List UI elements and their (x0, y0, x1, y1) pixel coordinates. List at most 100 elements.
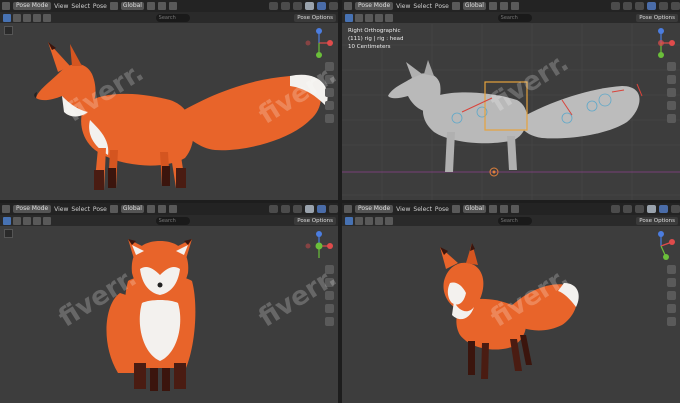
proportional-icon[interactable] (168, 2, 177, 10)
overlay-icon[interactable] (293, 2, 302, 10)
visibility-icon[interactable] (269, 205, 278, 213)
grid-icon[interactable] (667, 101, 676, 110)
gizmo-toggle-icon[interactable] (623, 2, 632, 10)
zoom-icon[interactable] (667, 62, 676, 71)
pose-options-button[interactable]: Pose Options (294, 216, 336, 225)
shading-solid-icon[interactable] (305, 2, 314, 10)
shading-rendered-icon[interactable] (671, 2, 680, 10)
orientation-dropdown[interactable]: Global (462, 205, 486, 213)
shading-solid-icon[interactable] (647, 205, 656, 213)
select-subtract-icon[interactable] (33, 216, 41, 225)
navigation-gizmo[interactable] (304, 229, 334, 261)
select-mode-icon[interactable] (355, 216, 363, 225)
select-subtract-icon[interactable] (33, 13, 41, 22)
zoom-icon[interactable] (667, 265, 676, 274)
grid-icon[interactable] (325, 101, 334, 110)
pivot-icon[interactable] (146, 2, 155, 10)
search-field[interactable]: Search (155, 13, 190, 22)
menu-pose[interactable]: Pose (435, 206, 449, 213)
visibility-icon[interactable] (611, 2, 620, 10)
select-box-icon[interactable] (3, 216, 11, 225)
cursor-icon[interactable] (4, 229, 13, 238)
navigation-gizmo[interactable] (304, 26, 334, 58)
grid-icon[interactable] (325, 304, 334, 313)
select-mode-icon[interactable] (355, 13, 363, 22)
orientation-dropdown[interactable]: Global (462, 2, 486, 10)
pivot-icon[interactable] (146, 205, 155, 213)
select-extend-icon[interactable] (23, 216, 31, 225)
gizmo-toggle-icon[interactable] (281, 205, 290, 213)
quadview-icon[interactable] (667, 317, 676, 326)
gizmo-toggle-icon[interactable] (281, 2, 290, 10)
select-invert-icon[interactable] (385, 13, 393, 22)
snap-icon[interactable] (499, 2, 508, 10)
editor-type-icon[interactable] (2, 205, 10, 213)
quadview-icon[interactable] (667, 114, 676, 123)
shading-solid-icon[interactable] (305, 205, 314, 213)
proportional-icon[interactable] (510, 205, 519, 213)
select-invert-icon[interactable] (43, 216, 51, 225)
editor-type-icon[interactable] (344, 2, 352, 10)
menu-pose[interactable]: Pose (93, 3, 107, 10)
gizmo-toggle-icon[interactable] (623, 205, 632, 213)
quadview-icon[interactable] (325, 317, 334, 326)
menu-view[interactable]: View (54, 206, 68, 213)
shading-rendered-icon[interactable] (329, 2, 338, 10)
menu-select[interactable]: Select (71, 3, 90, 10)
mode-dropdown[interactable]: Pose Mode (355, 205, 394, 213)
viewport-top-left[interactable]: Pose Mode View Select Pose Global Search (0, 0, 338, 200)
menu-view[interactable]: View (396, 206, 410, 213)
select-subtract-icon[interactable] (375, 216, 383, 225)
proportional-icon[interactable] (510, 2, 519, 10)
quadview-icon[interactable] (325, 114, 334, 123)
orientation-dropdown[interactable]: Global (120, 2, 144, 10)
shading-rendered-icon[interactable] (329, 205, 338, 213)
search-field[interactable]: Search (155, 216, 190, 225)
menu-select[interactable]: Select (413, 206, 432, 213)
orientation-dropdown[interactable]: Global (120, 205, 144, 213)
shading-rendered-icon[interactable] (671, 205, 680, 213)
select-extend-icon[interactable] (23, 13, 31, 22)
pose-options-button[interactable]: Pose Options (636, 13, 678, 22)
shading-material-icon[interactable] (659, 2, 668, 10)
hand-icon[interactable] (667, 75, 676, 84)
cursor-icon[interactable] (4, 26, 13, 35)
select-box-icon[interactable] (345, 13, 353, 22)
snap-icon[interactable] (157, 205, 166, 213)
navigation-gizmo[interactable] (646, 26, 676, 58)
menu-view[interactable]: View (54, 3, 68, 10)
menu-pose[interactable]: Pose (435, 3, 449, 10)
search-field[interactable]: Search (497, 13, 532, 22)
pivot-icon[interactable] (488, 205, 497, 213)
menu-view[interactable]: View (396, 3, 410, 10)
viewport-top-right[interactable]: Pose Mode View Select Pose Global Search (342, 0, 680, 200)
visibility-icon[interactable] (611, 205, 620, 213)
mode-dropdown[interactable]: Pose Mode (13, 2, 52, 10)
select-box-icon[interactable] (3, 13, 11, 22)
viewport-bottom-left[interactable]: Pose Mode View Select Pose Global Search (0, 203, 338, 403)
select-invert-icon[interactable] (43, 13, 51, 22)
select-extend-icon[interactable] (365, 13, 373, 22)
select-subtract-icon[interactable] (375, 13, 383, 22)
editor-type-icon[interactable] (2, 2, 10, 10)
overlay-icon[interactable] (635, 2, 644, 10)
mode-dropdown[interactable]: Pose Mode (355, 2, 394, 10)
snap-icon[interactable] (157, 2, 166, 10)
snap-icon[interactable] (499, 205, 508, 213)
proportional-icon[interactable] (168, 205, 177, 213)
grid-icon[interactable] (667, 304, 676, 313)
camera-icon[interactable] (667, 88, 676, 97)
shading-material-icon[interactable] (659, 205, 668, 213)
shading-material-icon[interactable] (317, 205, 326, 213)
camera-icon[interactable] (667, 291, 676, 300)
pivot-icon[interactable] (488, 2, 497, 10)
pose-options-button[interactable]: Pose Options (636, 216, 678, 225)
mode-dropdown[interactable]: Pose Mode (13, 205, 52, 213)
overlay-icon[interactable] (293, 205, 302, 213)
select-extend-icon[interactable] (365, 216, 373, 225)
viewport-bottom-right[interactable]: Pose Mode View Select Pose Global Search (342, 203, 680, 403)
search-field[interactable]: Search (497, 216, 532, 225)
overlay-icon[interactable] (635, 205, 644, 213)
shading-solid-icon[interactable] (647, 2, 656, 10)
menu-select[interactable]: Select (413, 3, 432, 10)
